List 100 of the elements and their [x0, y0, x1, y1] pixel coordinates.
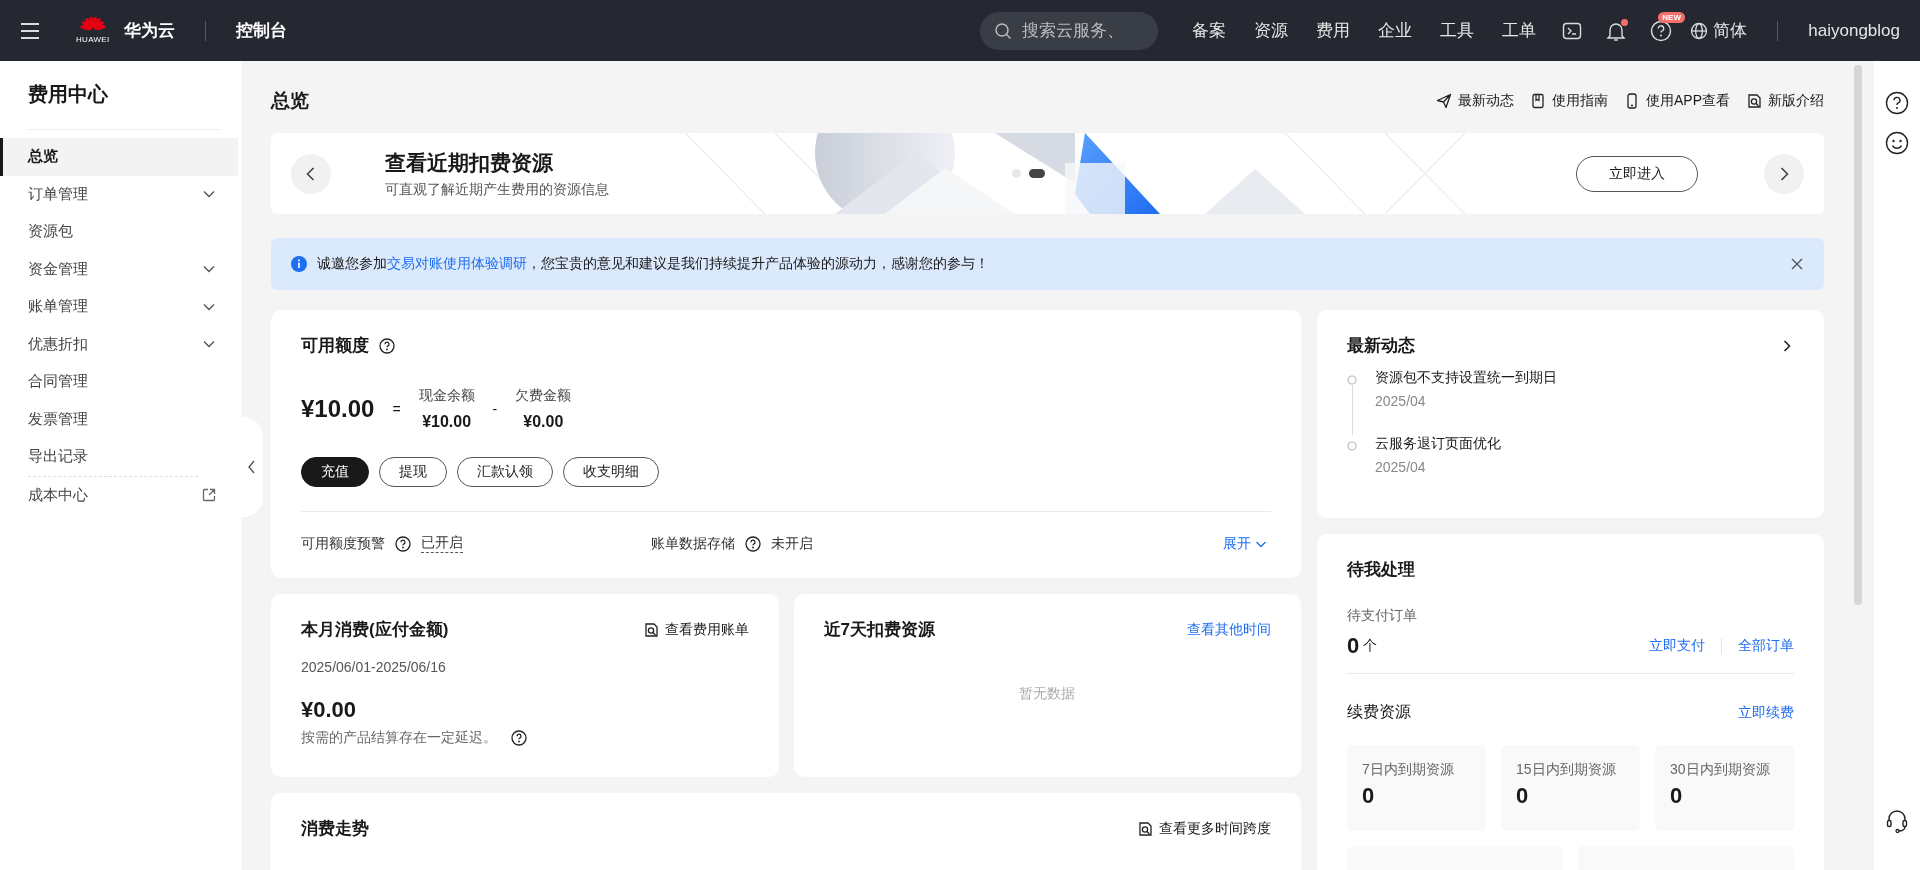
send-icon	[1436, 93, 1452, 109]
date-range: 2025/06/01-2025/06/16	[301, 659, 447, 675]
collapse-handle[interactable]	[241, 417, 263, 517]
order-link[interactable]: 全部订单	[1738, 637, 1794, 655]
search-field[interactable]: 搜索云服务、	[980, 11, 1159, 50]
sidebar-item[interactable]: 成本中心	[0, 476, 241, 514]
stat-label: 7日内到期资源	[1362, 761, 1455, 779]
minus-sign: -	[492, 401, 498, 417]
logo[interactable]: HUAWEI 华为云	[76, 17, 175, 44]
header-link[interactable]: 新版介绍	[1746, 92, 1824, 110]
card-title: 消费走势	[301, 818, 369, 840]
setting-status: 未开启	[771, 534, 813, 553]
card-title: 本月消费(应付金额)	[301, 619, 449, 641]
globe-icon[interactable]	[1690, 21, 1709, 40]
document-search-icon	[1137, 820, 1153, 837]
help-icon[interactable]	[395, 535, 411, 552]
nav-link[interactable]: 企业	[1378, 19, 1413, 42]
balance-label: 欠费金额	[515, 387, 572, 405]
stat-label: 30日内到期资源	[1670, 761, 1771, 779]
user-name[interactable]: haiyongblog	[1808, 20, 1900, 41]
sidebar-item[interactable]: 发票管理	[0, 400, 241, 438]
time-range-link[interactable]: 查看其他时间	[1187, 620, 1271, 639]
balance-label: 现金余额	[418, 387, 475, 405]
sidebar-title: 费用中心	[27, 82, 109, 107]
terminal-icon[interactable]	[1562, 20, 1583, 41]
setting-status[interactable]: 已开启	[421, 534, 463, 553]
document-search-icon	[1746, 93, 1762, 109]
help-icon[interactable]	[379, 337, 395, 354]
action-button[interactable]: 汇款认领	[457, 457, 553, 487]
nav-link[interactable]: 资源	[1254, 19, 1289, 42]
close-icon[interactable]	[1790, 257, 1804, 271]
survey-link[interactable]: 交易对账使用体验调研	[387, 255, 527, 271]
info-message: 诚邀您参加交易对账使用体验调研，您宝贵的意见和建议是我们持续提升产品体验的源动力，感谢您的参与！	[317, 255, 989, 273]
balance-value: ¥10.00	[422, 413, 472, 431]
header-link[interactable]: 使用APP查看	[1624, 92, 1730, 110]
carousel-dot[interactable]	[1012, 169, 1021, 178]
nav-link[interactable]: 备案	[1192, 19, 1227, 42]
balance-amount: ¥10.00	[301, 395, 375, 423]
setting-label: 账单数据存储	[651, 534, 735, 553]
stat-value: 0	[1670, 783, 1684, 809]
renew-link[interactable]: 立即续费	[1738, 703, 1794, 722]
nav-link[interactable]: 工具	[1440, 19, 1475, 42]
sidebar-item[interactable]: 资金管理	[0, 250, 241, 288]
headset-icon[interactable]	[1885, 808, 1909, 834]
setting-label: 可用额度预警	[301, 534, 385, 553]
sidebar-item[interactable]: 总览	[0, 138, 238, 176]
action-button[interactable]: 提现	[379, 457, 447, 487]
action-button[interactable]: 收支明细	[563, 457, 659, 487]
sidebar-item[interactable]: 合同管理	[0, 363, 241, 401]
time-span-link[interactable]: 查看更多时间跨度	[1137, 819, 1271, 838]
order-link[interactable]: 立即支付	[1649, 637, 1705, 655]
sidebar-item[interactable]: 优惠折扣	[0, 325, 241, 363]
nav-link[interactable]: 费用	[1316, 19, 1351, 42]
count-unit: 个	[1363, 637, 1378, 655]
spend-amount: ¥0.00	[301, 697, 358, 723]
news-title[interactable]: 资源包不支持设置统一到期日	[1375, 369, 1557, 387]
expand-link[interactable]: 展开	[1223, 534, 1267, 553]
sidebar-item[interactable]: 订单管理	[0, 175, 241, 213]
timeline-dot	[1347, 441, 1357, 451]
document-search-icon	[642, 621, 659, 638]
card-title: 待我处理	[1347, 559, 1416, 581]
help-icon[interactable]	[1885, 91, 1909, 115]
menu-icon[interactable]	[20, 21, 40, 40]
enter-button[interactable]: 立即进入	[1576, 155, 1698, 192]
header-link[interactable]: 使用指南	[1530, 92, 1608, 110]
scrollbar[interactable]	[1854, 65, 1862, 605]
language-link[interactable]: 简体	[1713, 19, 1748, 42]
info-icon	[291, 256, 307, 272]
external-link-icon	[202, 488, 216, 503]
nav-link[interactable]: 工单	[1502, 19, 1537, 42]
new-badge: NEW	[1658, 11, 1685, 23]
pending-label: 待支付订单	[1347, 607, 1418, 625]
book-icon	[1530, 93, 1546, 109]
help-icon[interactable]	[745, 535, 761, 552]
help-icon[interactable]	[511, 730, 527, 746]
action-button[interactable]: 充值	[301, 457, 369, 487]
sidebar-item[interactable]: 资源包	[0, 213, 241, 251]
page-title: 总览	[271, 89, 310, 113]
sidebar-item[interactable]: 导出记录	[0, 438, 241, 476]
console-link[interactable]: 控制台	[235, 19, 287, 42]
card-title: 可用额度	[301, 335, 369, 357]
order-count: 0	[1347, 633, 1360, 659]
sidebar-item[interactable]: 账单管理	[0, 288, 241, 326]
header-link[interactable]: 最新动态	[1436, 92, 1514, 110]
news-title[interactable]: 云服务退订页面优化	[1375, 435, 1501, 453]
smiley-icon[interactable]	[1885, 131, 1909, 155]
card-title: 最新动态	[1347, 335, 1415, 357]
bill-link[interactable]: 查看费用账单	[642, 620, 749, 639]
stat-value: 0	[1362, 783, 1376, 809]
equals-sign: =	[392, 401, 401, 417]
phone-icon	[1624, 93, 1640, 109]
section-title: 续费资源	[1347, 702, 1411, 722]
banner-title: 查看近期扣费资源	[385, 149, 554, 176]
empty-state: 暂无数据	[1018, 685, 1077, 703]
balance-value: ¥0.00	[523, 413, 564, 431]
delay-note: 按需的产品结算存在一定延迟。	[301, 729, 497, 747]
timeline-dot	[1347, 375, 1357, 385]
stat-label: 15日内到期资源	[1516, 761, 1617, 779]
flower-icon	[79, 17, 106, 33]
banner-subtitle: 可直观了解近期产生费用的资源信息	[385, 180, 610, 199]
